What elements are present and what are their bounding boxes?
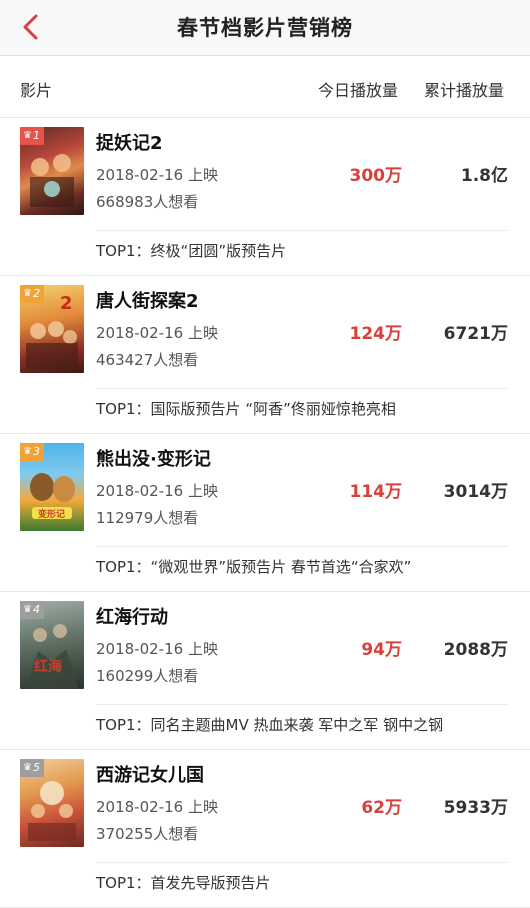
divider — [96, 546, 508, 547]
movie-row-4[interactable]: 红海 ♛ 4 红海行动 2018-02-16 上映 160299人想看 94万 2… — [0, 592, 530, 750]
svg-text:变形记: 变形记 — [38, 508, 65, 520]
rank-badge: ♛ 2 — [20, 285, 44, 303]
column-film-label: 影片 — [20, 81, 53, 100]
want-count: 112979人想看 — [96, 509, 199, 527]
movie-row-2[interactable]: 2 ♛ 2 唐人街探案2 2018-02-16 上映 463427人想看 124万… — [0, 276, 530, 434]
column-total-label[interactable]: 累计播放量 — [424, 77, 504, 101]
rank-badge: ♛ 3 — [20, 443, 44, 461]
movie-title: 捉妖记2 — [96, 133, 163, 154]
movie-poster[interactable]: ♛ 1 — [20, 127, 84, 215]
movie-title: 西游记女儿国 — [96, 765, 204, 786]
total-views: 1.8亿 — [460, 166, 508, 186]
svg-text:2: 2 — [60, 293, 73, 314]
movie-row-1[interactable]: ♛ 1 捉妖记2 2018-02-16 上映 668983人想看 300万 1.8… — [0, 118, 530, 276]
movie-poster[interactable]: 变形记 ♛ 3 — [20, 443, 84, 531]
want-count: 463427人想看 — [96, 351, 199, 369]
movie-title: 红海行动 — [96, 607, 168, 628]
column-today-label[interactable]: 今日播放量 — [318, 77, 398, 101]
movie-title: 唐人街探案2 — [96, 291, 199, 312]
today-views: 94万 — [361, 640, 402, 660]
want-count: 370255人想看 — [96, 825, 199, 843]
total-views: 3014万 — [443, 482, 508, 502]
release-date: 2018-02-16 上映 — [96, 640, 218, 658]
today-views: 114万 — [349, 482, 403, 502]
divider — [96, 862, 508, 863]
movie-poster[interactable]: 2 ♛ 2 — [20, 285, 84, 373]
top-trailer-link[interactable]: TOP1：国际版预告片 “阿香”佟丽娅惊艳亮相 — [96, 398, 396, 419]
top-trailer-link[interactable]: TOP1：“微观世界”版预告片 春节首选“合家欢” — [96, 556, 411, 577]
release-date: 2018-02-16 上映 — [96, 324, 218, 342]
today-views: 300万 — [349, 166, 403, 186]
release-date: 2018-02-16 上映 — [96, 482, 218, 500]
today-views: 124万 — [349, 324, 403, 344]
release-date: 2018-02-16 上映 — [96, 798, 218, 816]
divider — [96, 704, 508, 705]
nav-bar: 春节档影片营销榜 — [0, 0, 530, 56]
movie-poster[interactable]: 红海 ♛ 4 — [20, 601, 84, 689]
divider — [96, 388, 508, 389]
rank-badge: ♛ 1 — [20, 127, 44, 145]
movie-list: ♛ 1 捉妖记2 2018-02-16 上映 668983人想看 300万 1.8… — [0, 118, 530, 908]
column-header: 影片 今日播放量 累计播放量 — [0, 56, 530, 118]
divider — [96, 230, 508, 231]
svg-text:红海: 红海 — [34, 658, 62, 675]
rank-badge: ♛ 5 — [20, 759, 44, 777]
page-title: 春节档影片营销榜 — [177, 16, 353, 40]
want-count: 668983人想看 — [96, 193, 199, 211]
top-trailer-link[interactable]: TOP1：同名主题曲MV 热血来袭 军中之军 钢中之钢 — [96, 714, 443, 735]
total-views: 6721万 — [443, 324, 508, 344]
rank-badge: ♛ 4 — [20, 601, 44, 619]
movie-poster[interactable]: ♛ 5 — [20, 759, 84, 847]
total-views: 2088万 — [443, 640, 508, 660]
want-count: 160299人想看 — [96, 667, 199, 685]
movie-row-3[interactable]: 变形记 ♛ 3 熊出没·变形记 2018-02-16 上映 112979人想看 1… — [0, 434, 530, 592]
release-date: 2018-02-16 上映 — [96, 166, 218, 184]
movie-row-5[interactable]: ♛ 5 西游记女儿国 2018-02-16 上映 370255人想看 62万 59… — [0, 750, 530, 908]
total-views: 5933万 — [443, 798, 508, 818]
movie-title: 熊出没·变形记 — [96, 449, 211, 470]
top-trailer-link[interactable]: TOP1：首发先导版预告片 — [96, 872, 271, 893]
top-trailer-link[interactable]: TOP1：终极“团圆”版预告片 — [96, 240, 286, 261]
today-views: 62万 — [361, 798, 402, 818]
